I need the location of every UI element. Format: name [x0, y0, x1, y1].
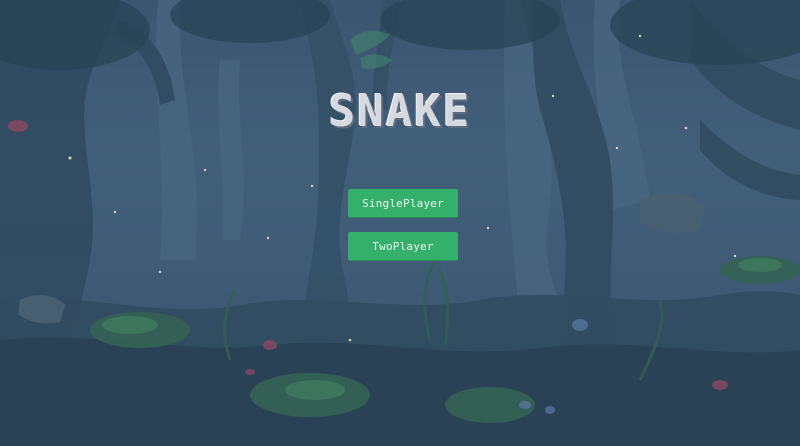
game-screen: SNAKE SinglePlayer TwoPlayer [0, 0, 800, 446]
two-player-button[interactable]: TwoPlayer [348, 232, 458, 260]
single-player-button[interactable]: SinglePlayer [348, 189, 458, 217]
game-title: SNAKE [328, 86, 472, 137]
main-menu: SinglePlayer TwoPlayer [348, 189, 458, 275]
